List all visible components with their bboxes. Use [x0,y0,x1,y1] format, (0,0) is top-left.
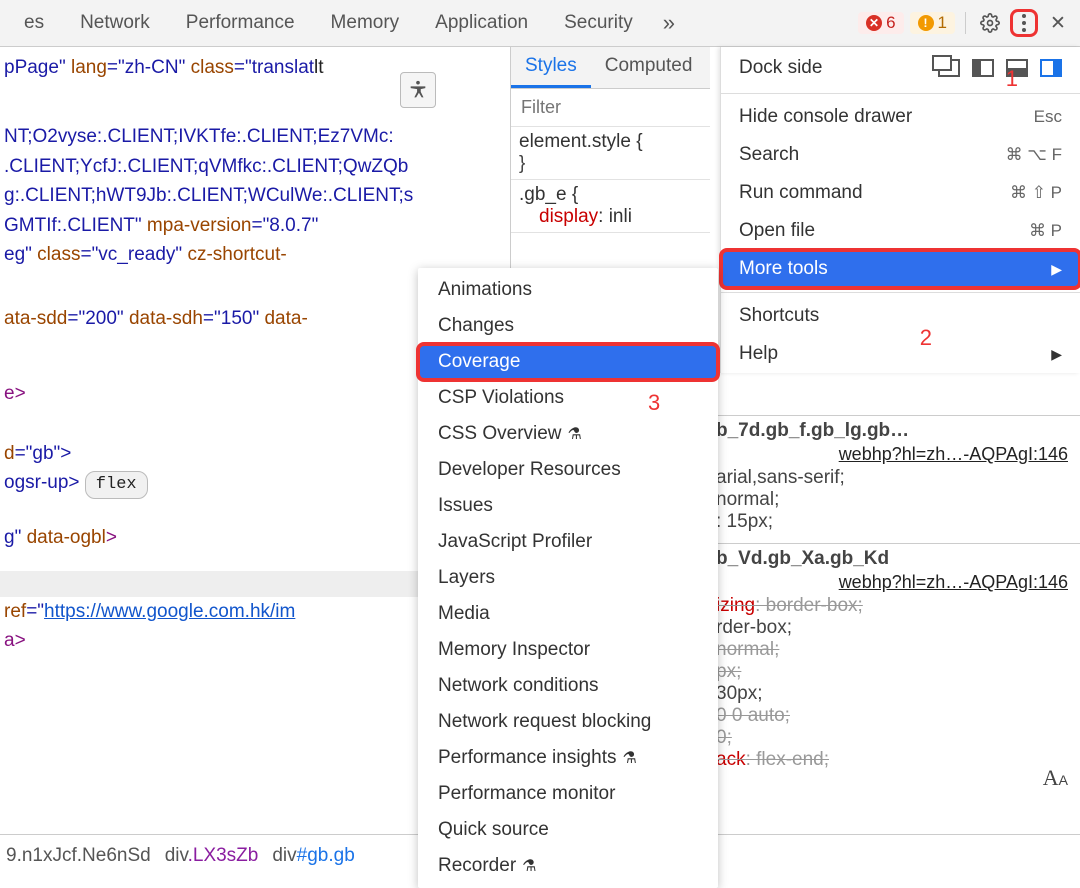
css-value: 30px; [716,683,1074,705]
sub-recorder[interactable]: Recorder⚗ [418,848,718,884]
dock-left-icon[interactable] [972,59,994,77]
more-tools-submenu: Animations Changes Coverage CSP Violatio… [418,268,718,888]
sub-perf-monitor[interactable]: Performance monitor [418,776,718,812]
css-value: : 15px; [716,511,1074,533]
tabs-overflow-icon[interactable]: » [651,0,687,46]
menu-dock-label: Dock side [739,57,822,79]
sub-issues[interactable]: Issues [418,488,718,524]
error-dot-icon: ✕ [866,15,882,31]
warning-dot-icon: ! [918,15,934,31]
sub-css-overview[interactable]: CSS Overview⚗ [418,416,718,452]
tab-network[interactable]: Network [62,0,168,46]
sub-network-blocking[interactable]: Network request blocking [418,704,718,740]
warning-badge[interactable]: ! 1 [910,12,955,34]
tab-application[interactable]: Application [417,0,546,46]
tab-performance[interactable]: Performance [168,0,313,46]
menu-run-command[interactable]: Run command ⌘ ⇧ P [721,174,1080,212]
menu-search[interactable]: Search ⌘ ⌥ F [721,136,1080,174]
kebab-menu-icon[interactable] [1010,9,1038,37]
error-badge[interactable]: ✕ 6 [858,12,903,34]
sub-js-profiler[interactable]: JavaScript Profiler [418,524,718,560]
tab-styles[interactable]: Styles [511,47,591,88]
sub-dev-resources[interactable]: Developer Resources [418,452,718,488]
menu-hide-console[interactable]: Hide console drawer Esc [721,98,1080,136]
dock-popout-icon[interactable] [938,59,960,77]
tab-computed[interactable]: Computed [591,47,707,88]
css-rules-detail: b_7d.gb_f.gb_lg.gb… webhp?hl=zh…-AQPAgI:… [710,415,1080,781]
annotation-1: 1 [1006,66,1018,92]
sub-network-conditions[interactable]: Network conditions [418,668,718,704]
tab-security[interactable]: Security [546,0,651,46]
error-count: 6 [886,13,895,33]
menu-more-tools[interactable]: More tools ▶ [721,250,1080,288]
tab-sources-partial[interactable]: es [6,0,62,46]
css-property[interactable]: display [539,206,598,227]
css-selector-detail[interactable]: b_Vd.gb_Xa.gb_Kd [716,548,1074,570]
flex-badge[interactable]: flex [85,471,148,499]
sub-memory-inspector[interactable]: Memory Inspector [418,632,718,668]
accessibility-icon[interactable] [400,72,436,108]
code-text: pPage" [4,57,71,78]
sub-quick-source[interactable]: Quick source [418,812,718,848]
sub-animations[interactable]: Animations [418,272,718,308]
href-link[interactable]: https://www.google.com.hk/im [44,601,295,622]
css-selector[interactable]: element.style { [519,131,702,153]
flask-icon: ⚗ [568,424,582,444]
menu-help[interactable]: Help ▶ [721,335,1080,373]
source-file-link[interactable]: webhp?hl=zh…-AQPAgI:146 [716,570,1074,595]
css-selector[interactable]: .gb_e { [519,184,702,206]
devtools-tabbar: es Network Performance Memory Applicatio… [0,0,1080,47]
sub-coverage[interactable]: Coverage [418,344,718,380]
css-value: normal; [716,489,1074,511]
annotation-2: 2 [920,325,932,351]
sub-perf-insights[interactable]: Performance insights⚗ [418,740,718,776]
submenu-arrow-icon: ▶ [1051,261,1062,278]
css-selector-detail[interactable]: b_7d.gb_f.gb_lg.gb… [716,420,1074,442]
sub-changes[interactable]: Changes [418,308,718,344]
close-devtools-icon[interactable]: ✕ [1044,9,1072,37]
separator [965,12,966,34]
annotation-3: 3 [648,390,660,416]
settings-gear-icon[interactable] [976,9,1004,37]
warning-count: 1 [938,13,947,33]
flask-icon: ⚗ [522,856,536,876]
flask-icon: ⚗ [622,748,636,768]
devtools-main-menu: Dock side Hide console drawer Esc Search… [720,47,1080,373]
source-file-link[interactable]: webhp?hl=zh…-AQPAgI:146 [716,442,1074,467]
crumb-item[interactable]: 9.n1xJcf.Ne6nSd [6,845,151,867]
sub-csp-violations[interactable]: CSP Violations [418,380,718,416]
sub-media[interactable]: Media [418,596,718,632]
menu-open-file[interactable]: Open file ⌘ P [721,212,1080,250]
css-value: rder-box; [716,617,1074,639]
tab-memory[interactable]: Memory [313,0,418,46]
sub-layers[interactable]: Layers [418,560,718,596]
font-size-icon[interactable]: AA [1043,765,1068,791]
submenu-arrow-icon: ▶ [1051,346,1062,363]
menu-shortcuts[interactable]: Shortcuts [721,297,1080,335]
css-value: arial,sans-serif; [716,467,1074,489]
styles-filter-input[interactable] [511,89,710,126]
dock-right-icon[interactable] [1040,59,1062,77]
